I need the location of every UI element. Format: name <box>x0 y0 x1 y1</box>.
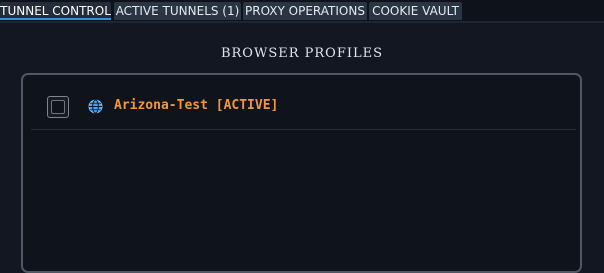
profile-name: Arizona-Test [ACTIVE] <box>114 98 279 113</box>
browser-profiles-panel: Arizona-Test [ACTIVE] <box>21 73 582 273</box>
checkbox-inner <box>51 100 65 114</box>
profile-row[interactable]: Arizona-Test [ACTIVE] <box>31 89 576 130</box>
tab-bar: TUNNEL CONTROL ACTIVE TUNNELS (1) PROXY … <box>0 0 604 22</box>
globe-icon <box>88 99 103 114</box>
tab-tunnel-control[interactable]: TUNNEL CONTROL <box>0 2 111 20</box>
profile-checkbox[interactable] <box>47 96 69 118</box>
tab-cookie-vault[interactable]: COOKIE VAULT <box>369 2 462 20</box>
tab-active-tunnels[interactable]: ACTIVE TUNNELS (1) <box>114 2 241 20</box>
tab-proxy-operations[interactable]: PROXY OPERATIONS <box>243 2 367 20</box>
section-title: BROWSER PROFILES <box>220 46 384 61</box>
tab-divider <box>0 21 604 23</box>
